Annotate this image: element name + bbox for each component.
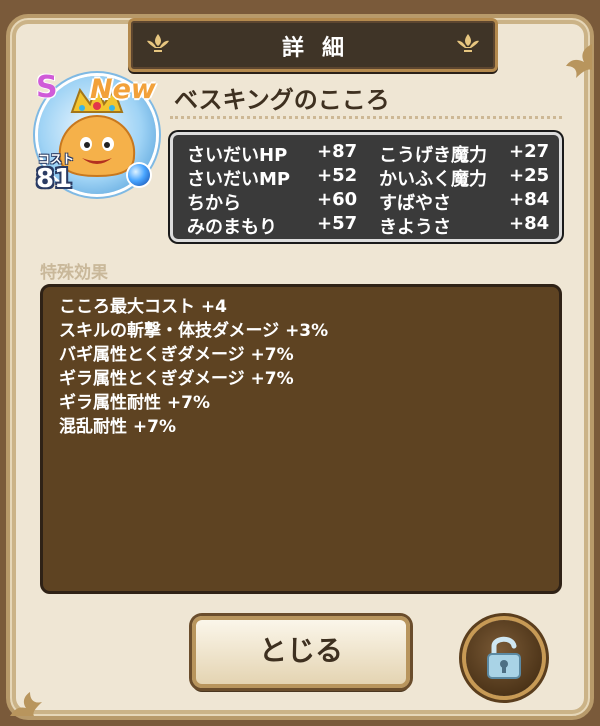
stat-label: こうげき魔力 xyxy=(379,145,487,166)
effect-item: スキルの斬撃・体技ダメージ +3% xyxy=(59,321,329,341)
corner-ornament-icon xyxy=(566,44,592,78)
stat-label: きようさ xyxy=(379,217,451,238)
stat-row: ちから +60 すばやさ +84 xyxy=(187,189,549,214)
close-button[interactable]: とじる xyxy=(192,616,410,688)
title-plaque: 詳細 xyxy=(128,18,498,72)
rank-badge: S xyxy=(36,70,58,105)
new-badge: New xyxy=(90,74,156,105)
effects-box[interactable]: こころ最大コスト +4 スキルの斬撃・体技ダメージ +3% バギ属性とくぎダメー… xyxy=(40,284,562,594)
lock-button[interactable] xyxy=(466,620,542,696)
stats-box: さいだいHP +87 こうげき魔力 +27 さいだいMP +52 かいふく魔力 … xyxy=(170,132,562,242)
dialog-title: 詳細 xyxy=(281,36,362,61)
blue-orb-icon xyxy=(128,164,150,186)
stat-value: +52 xyxy=(317,165,358,186)
effect-item: こころ最大コスト +4 xyxy=(59,297,227,317)
stat-label: すばやさ xyxy=(379,193,451,214)
effect-item: 混乱耐性 +7% xyxy=(59,417,177,437)
stat-label: さいだいHP xyxy=(187,145,288,166)
heart-name: ベスキングのこころ xyxy=(174,86,390,114)
stat-value: +87 xyxy=(317,141,358,162)
cost-value: 81 xyxy=(36,164,73,194)
stat-label: ちから xyxy=(187,193,241,214)
stat-row: みのまもり +57 きようさ +84 xyxy=(187,213,549,238)
unlocked-padlock-icon xyxy=(487,636,521,679)
effect-item: ギラ属性とくぎダメージ +7% xyxy=(59,369,294,389)
stat-value: +60 xyxy=(317,189,358,210)
effect-item: ギラ属性耐性 +7% xyxy=(59,393,211,413)
effect-item: バギ属性とくぎダメージ +7% xyxy=(59,345,294,365)
stat-label: かいふく魔力 xyxy=(379,169,487,190)
corner-ornament-icon xyxy=(10,692,42,716)
stat-label: さいだいMP xyxy=(187,169,291,190)
stat-value: +27 xyxy=(509,141,550,162)
stat-value: +25 xyxy=(509,165,550,186)
fleur-de-lis-icon xyxy=(457,34,479,52)
stat-value: +84 xyxy=(509,189,550,210)
divider xyxy=(170,116,562,119)
stat-row: さいだいHP +87 こうげき魔力 +27 xyxy=(187,141,549,166)
stat-label: みのまもり xyxy=(187,217,277,238)
stat-value: +57 xyxy=(317,213,358,234)
stat-value: +84 xyxy=(509,213,550,234)
stat-row: さいだいMP +52 かいふく魔力 +25 xyxy=(187,165,549,190)
special-effects-label: 特殊効果 xyxy=(40,263,108,283)
